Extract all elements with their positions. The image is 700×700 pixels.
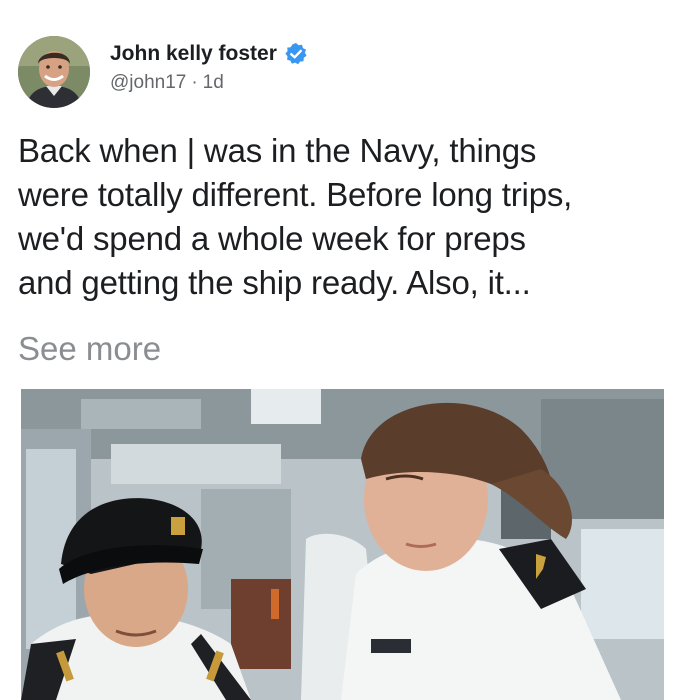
post-text-line: and getting the ship ready. Also, it... [18,264,531,301]
author-subline: @john17 · 1d [110,72,308,94]
post-text: Back when | was in the Navy, things were… [18,129,686,305]
see-more-link[interactable]: See more [18,327,161,371]
author-name[interactable]: John kelly foster [110,42,277,66]
author-meta: John kelly foster @john17 · 1d [110,40,308,94]
avatar[interactable] [18,36,90,108]
author-handle[interactable]: @john17 [110,72,186,93]
profile-photo-icon [18,36,90,108]
post-header: John kelly foster @john17 · 1d [18,36,308,108]
verified-badge-icon [284,42,308,66]
post-photo[interactable] [21,389,664,700]
navy-officers-photo-icon [21,389,664,700]
separator-dot: · [191,72,198,93]
post-time[interactable]: 1d [203,72,224,93]
post-card: John kelly foster @john17 · 1d Back when |… [0,0,700,700]
post-text-line: were totally different. Before long trip… [18,176,573,213]
post-text-line: Back when | was in the Navy, things [18,132,537,169]
post-text-line: we'd spend a whole week for preps [18,220,526,257]
author-name-row: John kelly foster [110,40,308,68]
